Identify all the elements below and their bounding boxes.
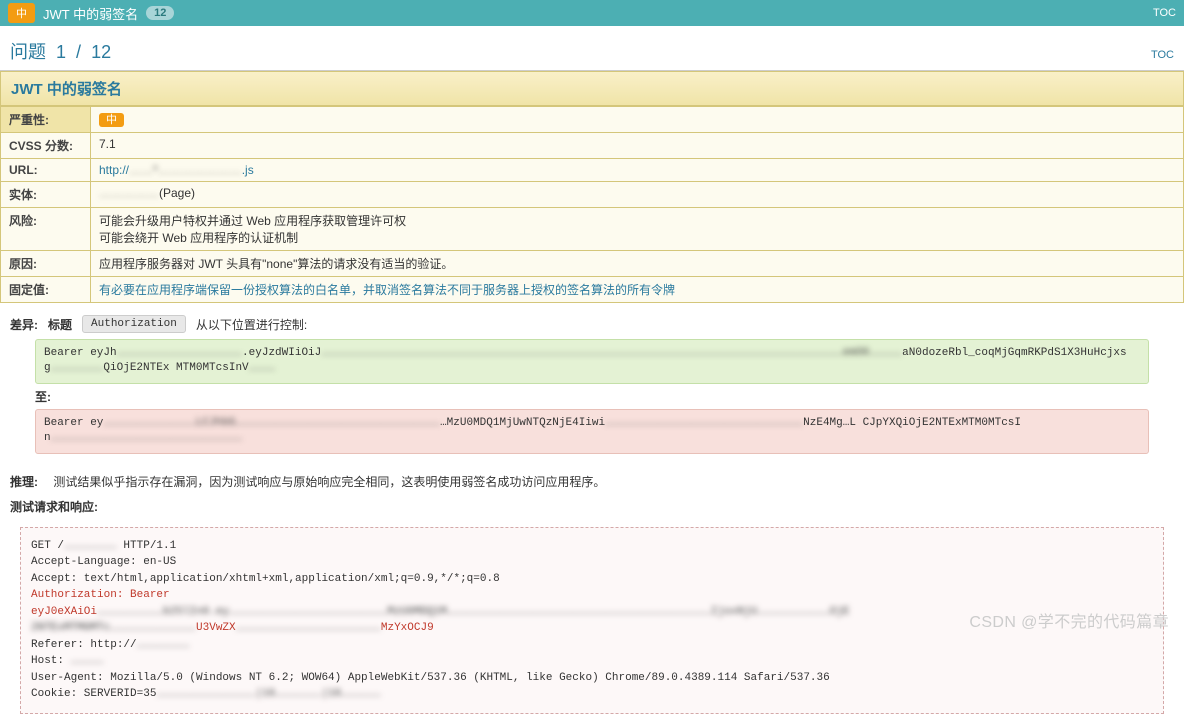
section-header: 问题 1 / 12 TOC (0, 26, 1184, 71)
issue-title: JWT 中的弱签名 (0, 71, 1184, 106)
detail-table: 严重性: 中 CVSS 分数: 7.1 URL: http://……*……………… (0, 106, 1184, 303)
diff-section: 差异: 标题 Authorization 从以下位置进行控制: Bearer e… (0, 303, 1184, 469)
inference-row: 推理: 测试结果似乎指示存在漏洞，因为测试响应与原始响应完全相同，这表明使用弱签… (0, 469, 1184, 494)
request-block: GET /…………………… HTTP/1.1 Accept-Language: … (20, 527, 1164, 714)
entity-label: 实体: (1, 182, 91, 208)
toc-link[interactable]: TOC (1151, 49, 1174, 61)
diff-header-value: Authorization (82, 315, 186, 333)
top-bar: 中 JWT 中的弱签名 12 TOC (0, 0, 1184, 26)
top-title: JWT 中的弱签名 (43, 4, 138, 23)
severity-label: 严重性: (1, 107, 91, 133)
severity-value: 中 (91, 107, 1184, 133)
inference-label: 推理: (10, 473, 50, 490)
severity-badge-top: 中 (8, 3, 35, 23)
to-label: 至: (35, 388, 1149, 405)
diff-label: 差异: (10, 316, 38, 333)
risk-label: 风险: (1, 208, 91, 251)
entity-value: ……………(Page) (91, 182, 1184, 208)
fix-label: 固定值: (1, 277, 91, 303)
count-pill: 12 (146, 6, 174, 20)
diff-header-label: 标题 (48, 316, 72, 333)
cause-value: 应用程序服务器对 JWT 头具有"none"算法的请求没有适当的验证。 (91, 251, 1184, 277)
cause-label: 原因: (1, 251, 91, 277)
token-modified: Bearer ey……………………………………LCJhbG……………………………… (35, 409, 1149, 454)
cvss-value: 7.1 (91, 133, 1184, 159)
url-label: URL: (1, 159, 91, 182)
risk-value: 可能会升级用户特权并通过 Web 应用程序获取管理许可权 可能会绕开 Web 应… (91, 208, 1184, 251)
question-label: 问题 1 / 12 (10, 38, 111, 64)
cvss-label: CVSS 分数: (1, 133, 91, 159)
url-value: http://……*………………….js (91, 159, 1184, 182)
request-label-row: 测试请求和响应: (0, 494, 1184, 519)
token-original: Bearer eyJh………………………………………………….eyJzdWIiO… (35, 339, 1149, 384)
inference-text: 测试结果似乎指示存在漏洞，因为测试响应与原始响应完全相同，这表明使用弱签名成功访… (53, 475, 605, 489)
fix-value: 有必要在应用程序端保留一份授权算法的白名单，并取消签名算法不同于服务器上授权的签… (91, 277, 1184, 303)
diff-control-text: 从以下位置进行控制: (196, 316, 307, 333)
request-label: 测试请求和响应: (10, 498, 98, 515)
toc-link-top[interactable]: TOC (1153, 7, 1176, 19)
